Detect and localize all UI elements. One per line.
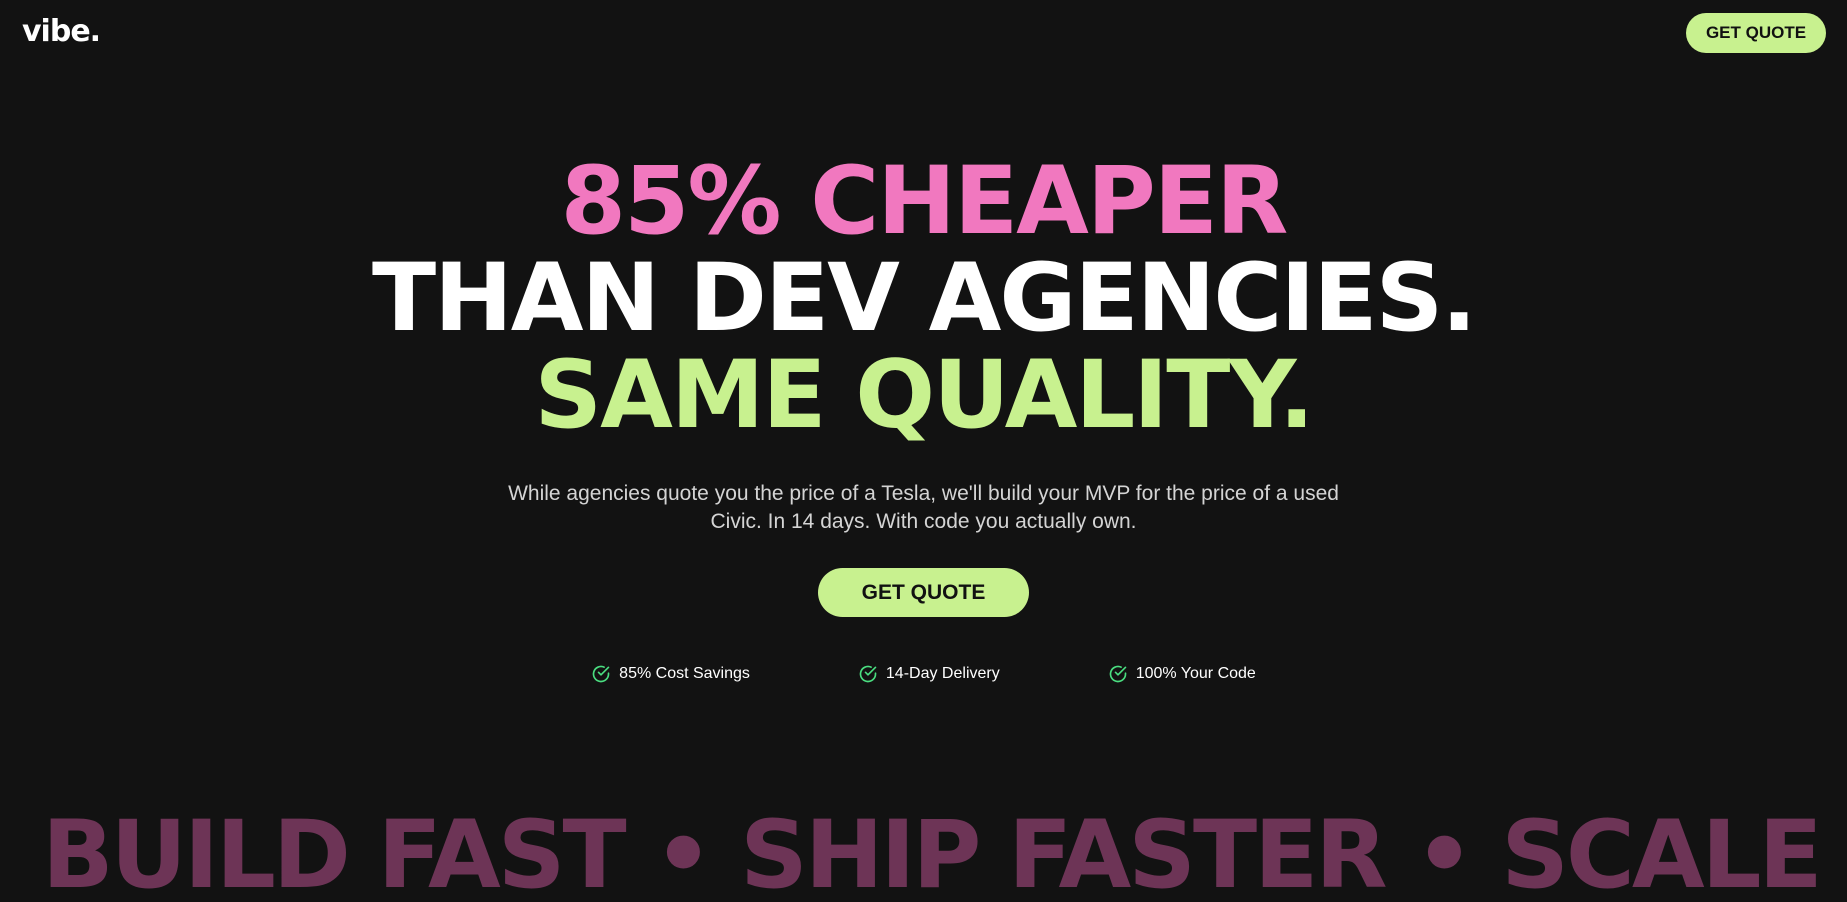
check-circle-icon (592, 665, 610, 683)
hero-get-quote-button[interactable]: GET QUOTE (818, 568, 1029, 617)
header-get-quote-button[interactable]: GET QUOTE (1686, 13, 1826, 53)
feature-item-delivery: 14-Day Delivery (858, 664, 1000, 684)
hero-section: 85% CHEAPER THAN DEV AGENCIES. SAME QUAL… (0, 153, 1847, 684)
feature-label: 85% Cost Savings (619, 665, 750, 682)
headline-line-3: SAME QUALITY. (534, 341, 1314, 450)
marquee-text: BUILD FAST • SHIP FASTER • SCALE SM (42, 801, 1847, 902)
check-circle-icon (859, 665, 877, 683)
feature-label: 14-Day Delivery (885, 665, 1000, 682)
logo[interactable]: vibe. (22, 14, 101, 49)
hero-subtext: While agencies quote you the price of a … (508, 482, 1339, 533)
feature-label: 100% Your Code (1135, 665, 1256, 682)
feature-item-your-code: 100% Your Code (1108, 664, 1256, 684)
hero-cta-wrap: GET QUOTE (0, 568, 1847, 617)
check-circle-icon (1109, 665, 1127, 683)
headline-line-2: THAN DEV AGENCIES. (371, 244, 1477, 353)
headline-line-1: 85% CHEAPER (560, 147, 1289, 256)
feature-item-cost-savings: 85% Cost Savings (591, 664, 750, 684)
landing-page: vibe. GET QUOTE 85% CHEAPER THAN DEV AGE… (0, 0, 1847, 902)
feature-list: 85% Cost Savings 14-Day Delivery 100% Yo… (0, 664, 1847, 684)
